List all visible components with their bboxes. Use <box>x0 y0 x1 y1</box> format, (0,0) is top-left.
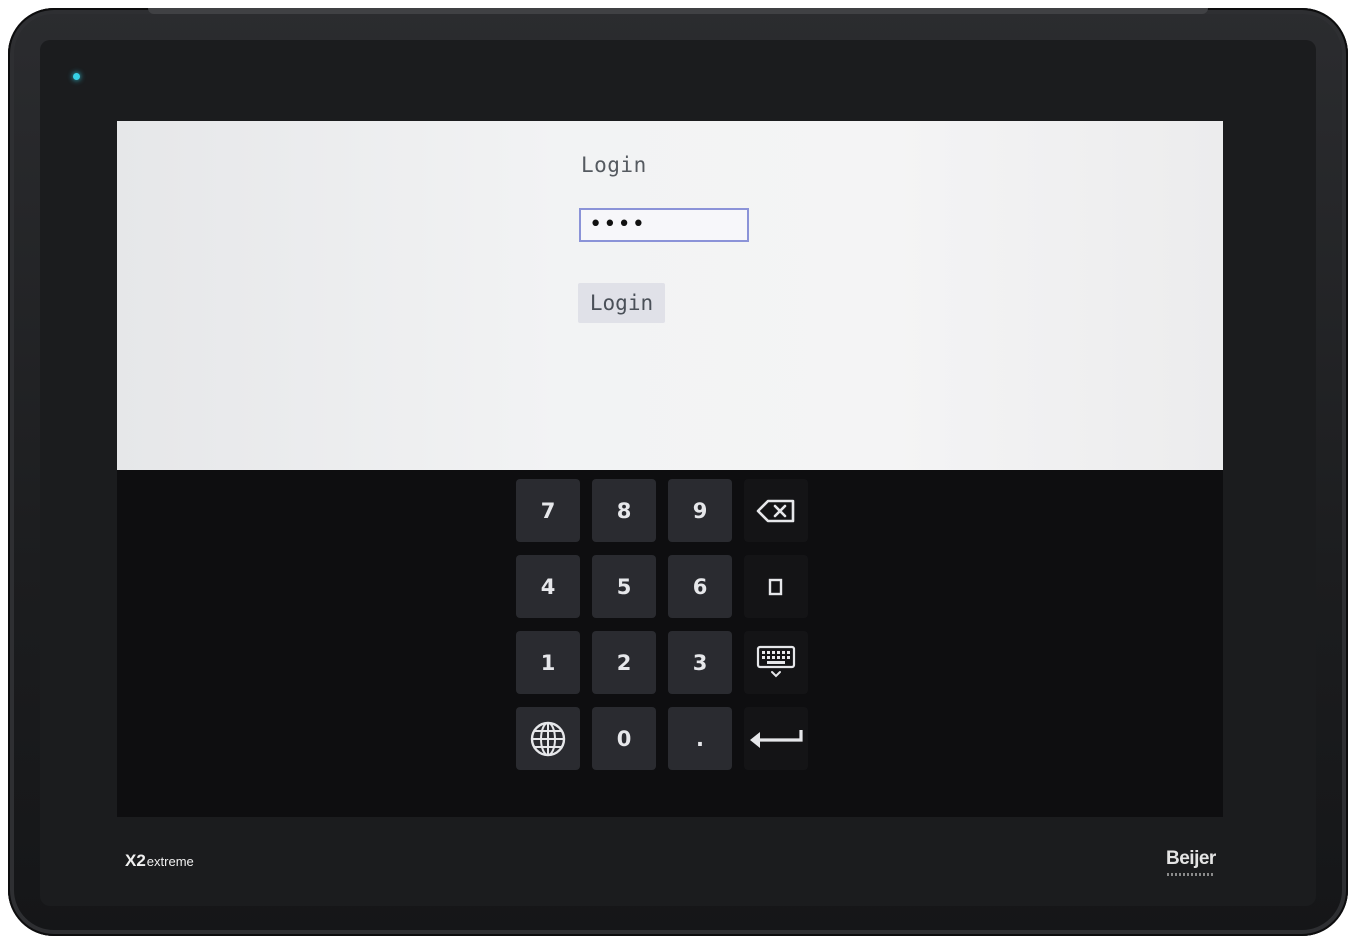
virtual-keypad-area: 7 8 9 4 5 6 1 2 3 0 . <box>117 470 1223 817</box>
login-button[interactable]: Login <box>578 283 665 323</box>
key-4[interactable]: 4 <box>516 555 580 618</box>
key-9[interactable]: 9 <box>668 479 732 542</box>
key-8[interactable]: 8 <box>592 479 656 542</box>
key-label: . <box>696 726 704 751</box>
square-icon <box>768 578 784 596</box>
key-2[interactable]: 2 <box>592 631 656 694</box>
key-label: 2 <box>616 650 632 675</box>
key-6[interactable]: 6 <box>668 555 732 618</box>
password-field[interactable]: •••• <box>579 208 749 242</box>
key-label: 8 <box>616 498 632 523</box>
key-label: 4 <box>540 574 556 599</box>
key-0[interactable]: 0 <box>592 707 656 770</box>
key-5[interactable]: 5 <box>592 555 656 618</box>
model-name: X2 <box>125 851 146 870</box>
enter-icon <box>747 726 805 752</box>
keyboard-hide-icon <box>756 645 796 681</box>
key-label: 1 <box>540 650 556 675</box>
key-label: 5 <box>616 574 632 599</box>
touch-screen: Login •••• Login 7 8 9 4 5 6 1 2 3 0 . <box>117 121 1223 817</box>
key-language[interactable] <box>516 707 580 770</box>
brand-logo-subline <box>1167 873 1215 876</box>
status-led <box>73 73 80 80</box>
key-backspace[interactable] <box>744 479 808 542</box>
model-suffix: extreme <box>146 854 194 869</box>
backspace-icon <box>756 499 796 523</box>
key-enter[interactable] <box>744 707 808 770</box>
device-model-label: X2extreme <box>125 851 194 871</box>
key-label: 6 <box>692 574 708 599</box>
key-7[interactable]: 7 <box>516 479 580 542</box>
key-decimal[interactable]: . <box>668 707 732 770</box>
key-label: 0 <box>616 726 632 751</box>
numeric-keypad: 7 8 9 4 5 6 1 2 3 0 . <box>516 479 812 775</box>
brand-logo: Beijer <box>1166 848 1216 869</box>
key-label: 3 <box>692 650 708 675</box>
key-3[interactable]: 3 <box>668 631 732 694</box>
key-hide-keyboard[interactable] <box>744 631 808 694</box>
key-label: 7 <box>540 498 556 523</box>
key-square[interactable] <box>744 555 808 618</box>
login-title: Login <box>581 153 647 177</box>
key-1[interactable]: 1 <box>516 631 580 694</box>
key-label: 9 <box>692 498 708 523</box>
globe-icon <box>529 720 567 758</box>
bezel-top-edge <box>148 8 1208 14</box>
login-panel: Login •••• Login <box>117 121 1223 470</box>
